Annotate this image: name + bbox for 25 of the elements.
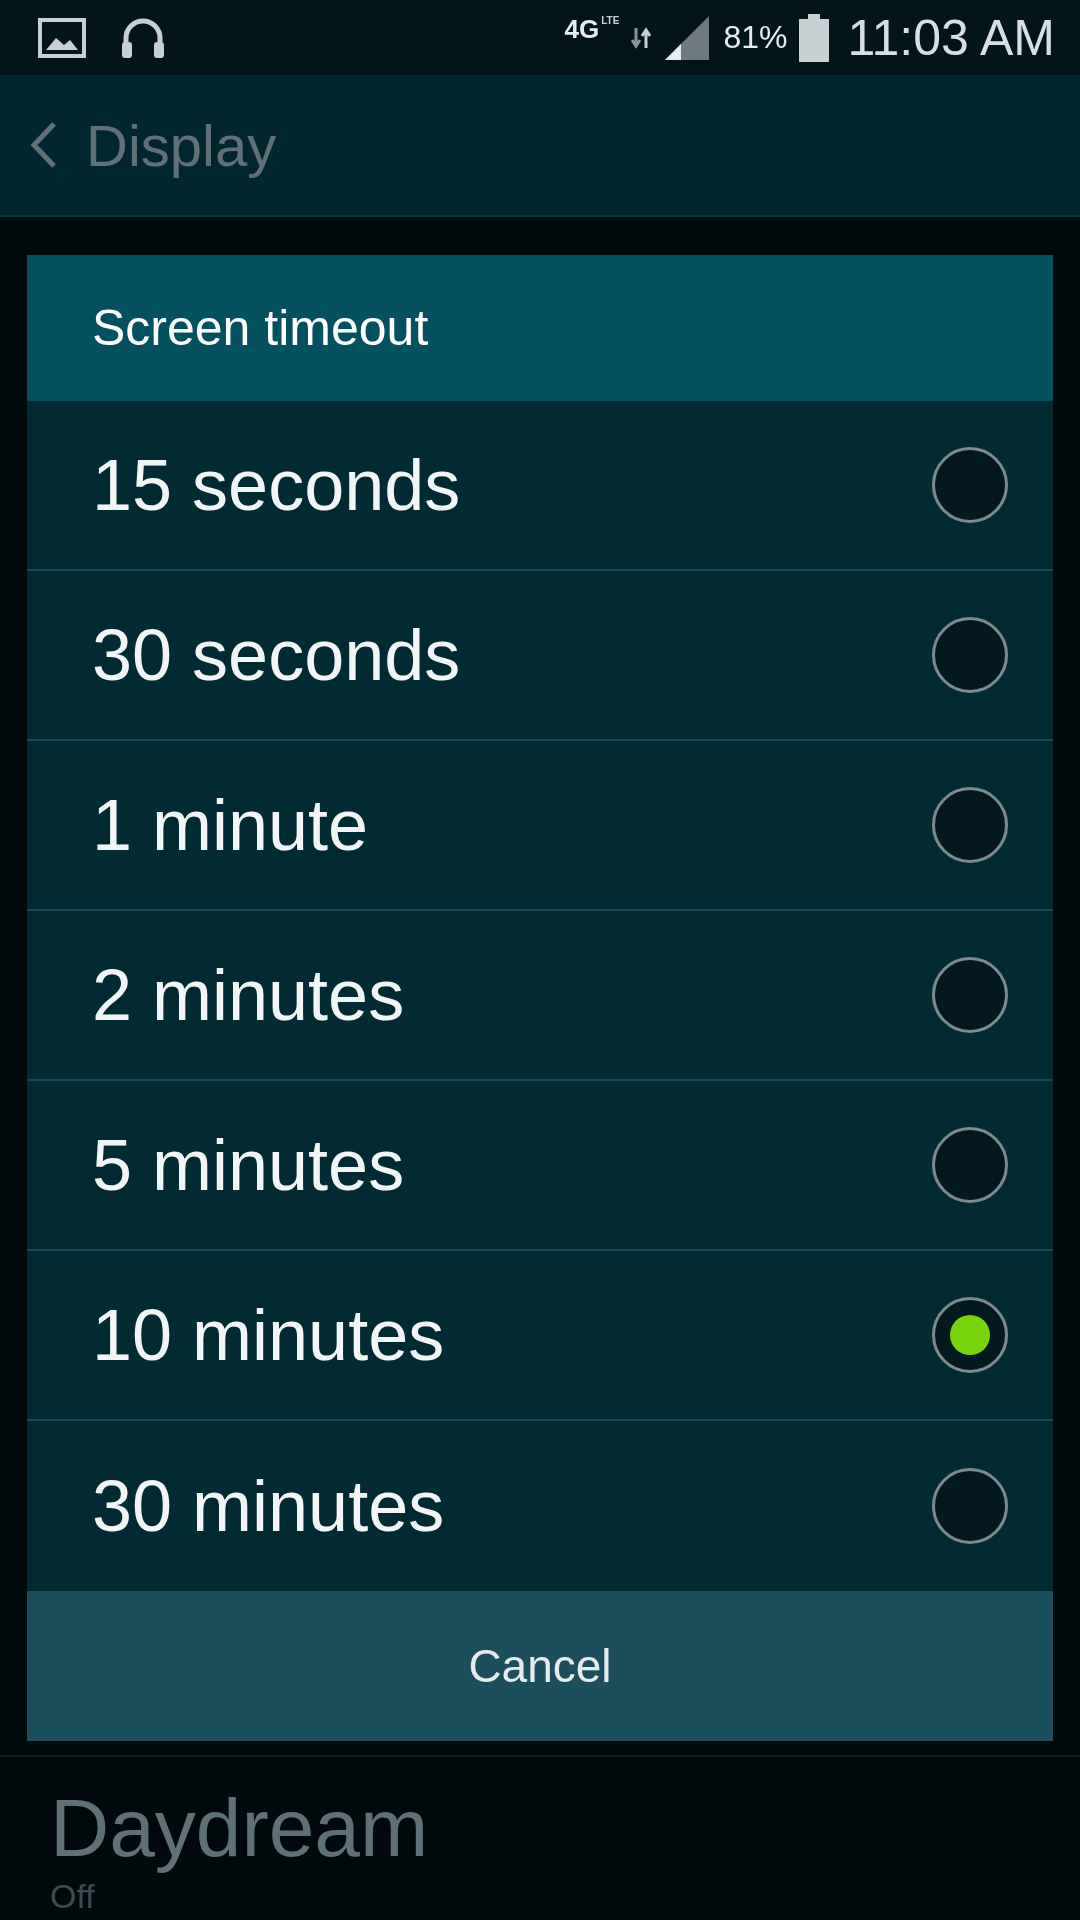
option-label: 15 seconds bbox=[92, 444, 461, 526]
option-label: 2 minutes bbox=[92, 954, 405, 1036]
option-row[interactable]: 30 minutes bbox=[27, 1421, 1053, 1591]
battery-percent: 81% bbox=[723, 19, 788, 56]
option-row[interactable]: 2 minutes bbox=[27, 911, 1053, 1081]
option-label: 10 minutes bbox=[92, 1294, 445, 1376]
network-type: 4G bbox=[564, 15, 600, 42]
option-label: 5 minutes bbox=[92, 1124, 405, 1206]
option-row[interactable]: 1 minute bbox=[27, 741, 1053, 911]
option-row[interactable]: 10 minutes bbox=[27, 1251, 1053, 1421]
option-row[interactable]: 30 seconds bbox=[27, 571, 1053, 741]
clock: 11:03 AM bbox=[847, 8, 1055, 67]
data-arrows-icon bbox=[631, 25, 652, 50]
setting-summary: Off bbox=[50, 1877, 96, 1916]
network-subtype: LTE bbox=[601, 15, 620, 26]
dialog-title: Screen timeout bbox=[27, 255, 1053, 401]
cancel-button[interactable]: Cancel bbox=[27, 1591, 1053, 1741]
option-label: 1 minute bbox=[92, 784, 369, 866]
back-icon bbox=[28, 120, 58, 170]
battery-icon bbox=[799, 13, 830, 62]
option-label: 30 seconds bbox=[92, 614, 461, 696]
option-label: 30 minutes bbox=[92, 1465, 445, 1547]
option-row[interactable]: 15 seconds bbox=[27, 401, 1053, 571]
option-row[interactable]: 5 minutes bbox=[27, 1081, 1053, 1251]
picture-icon bbox=[38, 17, 86, 58]
